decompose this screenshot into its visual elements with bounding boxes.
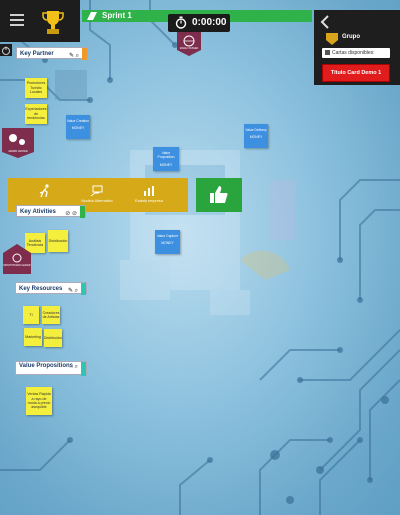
- action-run[interactable]: [22, 184, 68, 199]
- badge-label: MONTH BOARD LEADER: [3, 265, 31, 267]
- badge-label: MADE / PASSED: [179, 47, 199, 50]
- action-alternative-model[interactable]: Modelo Alternativo: [74, 184, 120, 203]
- power-icon: [2, 46, 10, 55]
- section-color-tag: [80, 206, 85, 218]
- chevron-left-icon[interactable]: [320, 15, 330, 29]
- card-title: Value Capture: [156, 234, 179, 238]
- section-color-tag: [81, 362, 86, 376]
- section-title: Key Partner: [20, 51, 54, 57]
- action-label: Estado empresa: [135, 199, 163, 203]
- sticky-note[interactable]: Distribución: [48, 230, 68, 252]
- edit-icon[interactable]: ✎ ⌕: [69, 50, 79, 62]
- card-tag: MONEY: [161, 241, 174, 246]
- sticky-note[interactable]: Promotores Turístic Locales: [25, 78, 47, 98]
- card-tag: MONEY: [249, 135, 263, 140]
- section-title: Key Ativities: [20, 209, 56, 215]
- available-cards-button[interactable]: Cartas disponibles:: [322, 48, 390, 58]
- card-title: Value Delivery: [245, 128, 267, 132]
- edit-icon[interactable]: ⌂ ⌕: [69, 364, 78, 371]
- section-key-resources[interactable]: Key Resources ✎ ⌕: [15, 282, 87, 297]
- card-tag: MONEY: [159, 162, 173, 167]
- stopwatch-icon: [175, 16, 187, 29]
- monitor-hand-icon: [90, 185, 103, 197]
- sticky-note[interactable]: Ventas Rápida a rayo de moda a precio as…: [26, 387, 52, 415]
- value-proposition-card[interactable]: Value Proposition MONEY: [153, 147, 179, 171]
- edit-icon[interactable]: ✎ ⌕: [68, 285, 78, 297]
- section-title: Value Propositions: [19, 363, 74, 369]
- value-delivery-card[interactable]: Value Delivery MONEY: [244, 124, 268, 148]
- section-key-activities[interactable]: Key Ativities ⊘ ⊘: [16, 205, 86, 220]
- sticky-note[interactable]: Marketing: [24, 328, 42, 346]
- card-title: Value Proposition: [157, 151, 175, 160]
- action-label: Modelo Alternativo: [81, 199, 113, 203]
- timer-value: 0:00:00: [192, 17, 227, 28]
- section-color-tag: [82, 48, 87, 60]
- sticky-note[interactable]: Experiadores de tendencias: [25, 104, 47, 124]
- gears-icon: [9, 134, 25, 145]
- section-value-propositions[interactable]: Value Propositions ⌂ ⌕: [15, 361, 87, 376]
- available-cards-label: Cartas disponibles:: [332, 50, 375, 56]
- running-person-icon: [39, 184, 49, 198]
- bar-chart-icon: [144, 186, 154, 196]
- grid-icon: [325, 50, 330, 56]
- section-color-tag: [81, 283, 86, 295]
- value-creation-card[interactable]: Value Creation MONEY: [66, 115, 90, 139]
- action-company-status[interactable]: Estado empresa: [126, 184, 172, 203]
- sticky-note[interactable]: Análisis Tendencia: [25, 233, 45, 253]
- power-button[interactable]: [0, 44, 12, 56]
- shield-icon: [326, 33, 338, 45]
- sprint-label: Sprint 1: [102, 11, 132, 20]
- value-capture-card[interactable]: Value Capture MONEY: [155, 230, 180, 254]
- trophy-icon: [42, 11, 64, 34]
- hamburger-icon[interactable]: [10, 14, 24, 26]
- flag-icon: [87, 12, 97, 20]
- section-key-partner[interactable]: Key Partner ✎ ⌕: [16, 47, 88, 62]
- badge-label: AWARD CENTER: [8, 150, 28, 153]
- sticky-note[interactable]: Creadores de Artistas: [42, 306, 60, 324]
- like-button[interactable]: [196, 178, 242, 212]
- edit-icon[interactable]: ⊘ ⊘: [65, 208, 77, 220]
- thumbs-up-icon: [210, 186, 228, 203]
- card-title: Value Creation: [66, 119, 90, 123]
- section-title: Key Resources: [19, 286, 63, 292]
- award-badge-left[interactable]: AWARD CENTER: [2, 128, 34, 158]
- sticky-note[interactable]: TI: [23, 306, 39, 324]
- demo-card[interactable]: Título Card Demo 1: [322, 64, 390, 82]
- sticky-note[interactable]: Distribuidor: [44, 329, 62, 347]
- card-tag: MONEY: [71, 126, 85, 131]
- group-title: Grupo: [342, 34, 360, 40]
